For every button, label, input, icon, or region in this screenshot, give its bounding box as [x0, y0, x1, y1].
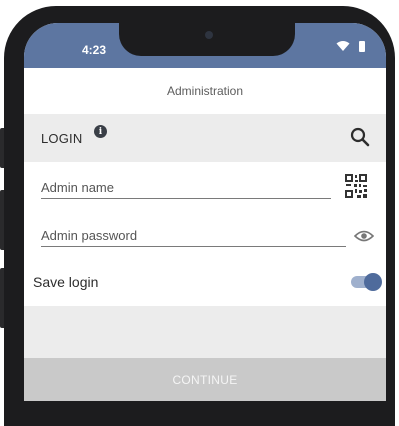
admin-password-row [24, 210, 386, 259]
camera-notch [119, 23, 295, 56]
eye-icon[interactable] [354, 230, 374, 242]
page-title: Administration [166, 84, 244, 98]
phone-frame: 4:23 Administration LOGIN i Admin name S… [0, 0, 399, 426]
qr-code-icon[interactable] [345, 174, 367, 198]
save-login-row: Save login [24, 258, 386, 306]
login-label: LOGIN [41, 131, 83, 146]
battery-icon [359, 41, 365, 52]
toggle-knob [364, 273, 382, 291]
status-time: 4:23 [82, 43, 107, 57]
continue-button[interactable]: CONTINUE [24, 358, 386, 401]
wifi-icon [336, 41, 350, 51]
admin-password-input[interactable] [41, 224, 346, 247]
spacer-area [24, 306, 386, 358]
front-camera-icon [205, 31, 213, 39]
info-icon[interactable]: i [94, 125, 107, 138]
status-bar: 4:23 [24, 23, 386, 68]
admin-name-input[interactable] [41, 176, 331, 199]
admin-name-row [24, 162, 386, 211]
app-screen: 4:23 Administration LOGIN i Admin name S… [24, 23, 386, 401]
save-login-label: Save login [33, 274, 99, 290]
search-icon[interactable] [350, 127, 370, 147]
login-section-header: LOGIN i [24, 114, 386, 162]
save-login-toggle[interactable] [351, 273, 382, 291]
